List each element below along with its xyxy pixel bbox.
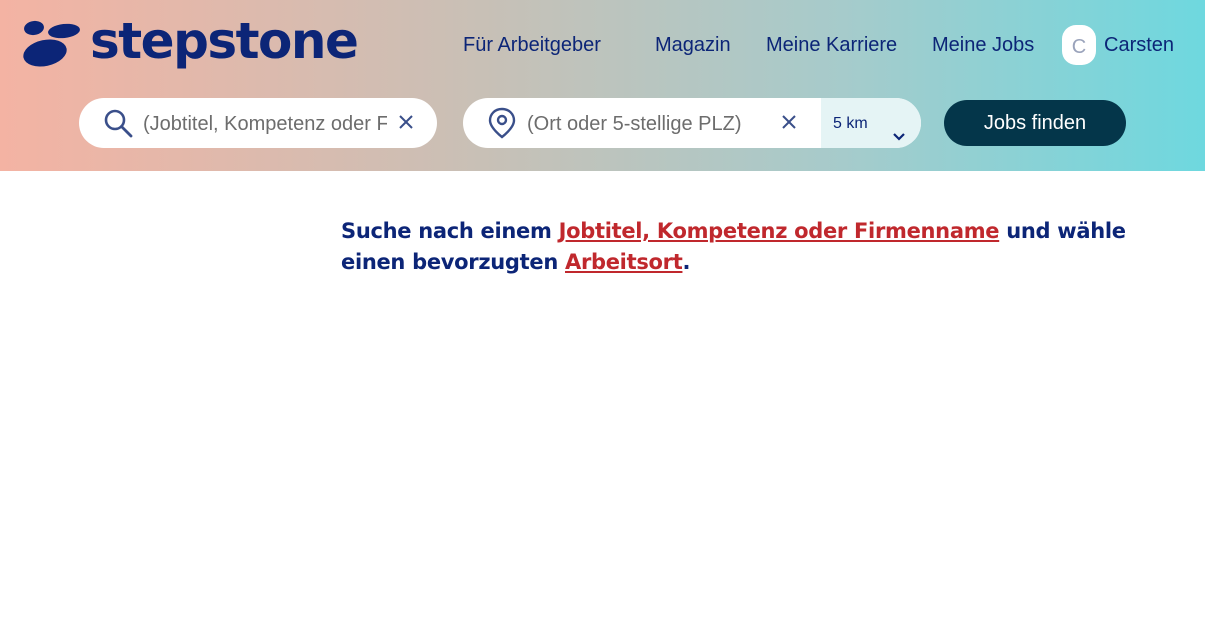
stepstone-logo[interactable]: stepstone — [20, 12, 359, 70]
search-hint: Suche nach einem Jobtitel, Kompetenz ode… — [341, 216, 1161, 278]
hint-link-location[interactable]: Arbeitsort — [565, 250, 683, 274]
hint-text-3: . — [682, 250, 691, 274]
nav-link-my-jobs[interactable]: Meine Jobs — [932, 30, 1034, 60]
clear-location-button[interactable] — [779, 112, 799, 136]
radius-select[interactable]: 5 km — [821, 98, 921, 148]
user-avatar[interactable]: C — [1062, 25, 1096, 65]
location-pin-icon — [487, 107, 517, 144]
user-initial: C — [1071, 36, 1087, 58]
logo-text: stepstone — [90, 12, 359, 70]
location-search-box: 5 km — [463, 98, 921, 148]
search-icon — [103, 108, 133, 143]
site-header: stepstone Für Arbeitgeber Magazin Meine … — [0, 0, 1205, 171]
keyword-search-box — [79, 98, 437, 148]
nav-link-magazine[interactable]: Magazin — [655, 30, 731, 60]
keyword-input[interactable] — [141, 110, 389, 138]
find-jobs-button[interactable]: Jobs finden — [944, 100, 1126, 146]
radius-value: 5 km — [833, 115, 868, 132]
chevron-down-icon — [891, 115, 907, 148]
close-icon — [399, 115, 413, 129]
hint-text-1: Suche nach einem — [341, 219, 559, 243]
nav-link-employers[interactable]: Für Arbeitgeber — [463, 30, 601, 60]
hint-link-keyword[interactable]: Jobtitel, Kompetenz oder Firmenname — [559, 219, 1000, 243]
nav-link-career[interactable]: Meine Karriere — [766, 30, 897, 60]
close-icon — [782, 115, 796, 129]
clear-keyword-button[interactable] — [396, 112, 416, 136]
stepstone-logo-mark — [23, 20, 80, 67]
location-input[interactable] — [525, 110, 769, 138]
user-name[interactable]: Carsten — [1104, 30, 1174, 60]
